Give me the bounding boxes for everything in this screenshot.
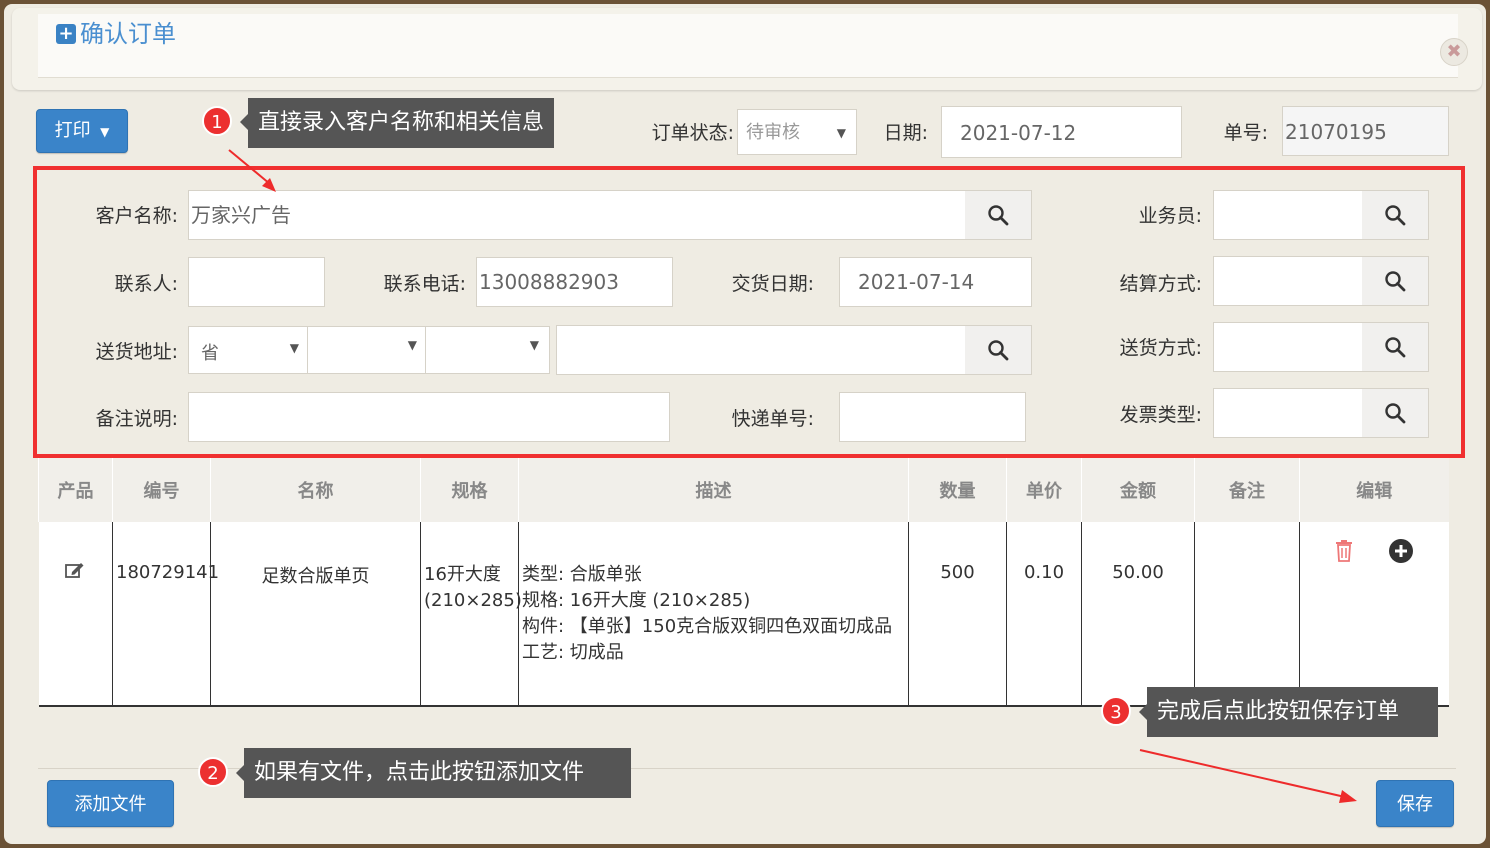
province-select[interactable]: 省 ▼ (188, 326, 308, 374)
spec-line: (210×285) (424, 590, 522, 611)
close-icon[interactable]: ✖ (1440, 38, 1468, 66)
order-status-select[interactable]: 待审核 ▼ (737, 109, 857, 155)
chevron-down-icon: ▼ (529, 338, 539, 352)
spec-line: 16开大度 (424, 564, 501, 585)
chevron-down-icon: ▼ (407, 338, 417, 352)
product-table: 产品 编号 名称 规格 描述 数量 单价 金额 备注 编辑 180729141 … (38, 458, 1449, 707)
tooltip-2: 如果有文件，点击此按钮添加文件 (244, 748, 631, 798)
add-file-button[interactable]: 添加文件 (47, 780, 174, 827)
price-cell: 0.10 (1006, 522, 1082, 707)
table-row: 180729141 足数合版单页 16开大度 (210×285) 类型: 合版单… (38, 522, 1449, 707)
address-search-button[interactable] (965, 325, 1032, 375)
contact-input[interactable] (188, 257, 325, 307)
express-input[interactable] (839, 392, 1026, 442)
dialog-title-band (38, 14, 1458, 78)
search-icon (1385, 205, 1406, 226)
column-header: 编辑 (1299, 458, 1449, 522)
column-header: 产品 (38, 458, 113, 522)
settlement-input[interactable] (1213, 256, 1363, 306)
chevron-down-icon: ▼ (836, 126, 846, 140)
salesman-search-button[interactable] (1362, 190, 1429, 240)
edit-icon[interactable] (64, 560, 86, 580)
delivery-date-label: 交货日期: (731, 273, 814, 295)
spec-cell: 16开大度 (210×285) (420, 522, 522, 707)
customer-name-input[interactable]: 万家兴广告 (188, 190, 966, 240)
description-cell: 类型: 合版单张 规格: 16开大度 (210×285) 构件: 【单张】150… (518, 522, 909, 707)
description-line: 规格: 16开大度 (210×285) (522, 590, 751, 611)
phone-label: 联系电话: (383, 273, 466, 295)
express-label: 快递单号: (731, 408, 814, 430)
address-label: 送货地址: (95, 341, 178, 363)
step-badge-3: 3 (1101, 696, 1131, 726)
search-icon (1385, 403, 1406, 424)
invoice-search-button[interactable] (1362, 388, 1429, 438)
column-header: 编号 (112, 458, 211, 522)
plus-square-icon: + (56, 24, 76, 44)
table-header-row: 产品 编号 名称 规格 描述 数量 单价 金额 备注 编辑 (38, 458, 1449, 522)
customer-search-button[interactable] (965, 190, 1032, 240)
edit-cell (1299, 522, 1449, 707)
shipping-label: 送货方式: (1119, 337, 1202, 359)
remark-input[interactable] (188, 392, 670, 442)
description-line: 构件: 【单张】150克合版双铜四色双面切成品 (522, 616, 893, 637)
tooltip-1: 直接录入客户名称和相关信息 (248, 98, 555, 148)
address-input[interactable] (556, 325, 966, 375)
column-header: 名称 (210, 458, 421, 522)
dialog-title: 确认订单 (80, 20, 176, 48)
order-status-value: 待审核 (746, 122, 800, 143)
search-icon (1385, 337, 1406, 358)
date-label: 日期: (883, 122, 928, 144)
product-cell (38, 522, 113, 707)
delivery-date-input[interactable]: 2021-07-14 (839, 257, 1032, 307)
settlement-label: 结算方式: (1119, 273, 1202, 295)
search-icon (988, 340, 1009, 361)
district-select[interactable]: ▼ (426, 326, 550, 374)
order-no-input: 21070195 (1282, 106, 1449, 156)
salesman-label: 业务员: (1138, 205, 1202, 227)
column-header: 描述 (518, 458, 909, 522)
tooltip-3: 完成后点此按钮保存订单 (1147, 687, 1438, 737)
save-button[interactable]: 保存 (1376, 780, 1454, 827)
shipping-search-button[interactable] (1362, 322, 1429, 372)
amount-cell: 50.00 (1081, 522, 1195, 707)
remark-cell (1194, 522, 1300, 707)
tooltip-arrow (240, 114, 248, 130)
contact-label: 联系人: (114, 273, 178, 295)
order-no-label: 单号: (1223, 122, 1268, 144)
print-button[interactable]: 打印 ▼ (36, 109, 128, 153)
invoice-label: 发票类型: (1119, 404, 1202, 426)
search-icon (1385, 271, 1406, 292)
remark-label: 备注说明: (95, 408, 178, 430)
description-line: 工艺: 切成品 (522, 642, 624, 663)
chevron-down-icon: ▼ (289, 341, 299, 355)
province-value: 省 (201, 343, 219, 364)
city-select[interactable]: ▼ (308, 326, 426, 374)
description-line: 类型: 合版单张 (522, 564, 642, 585)
name-cell: 足数合版单页 (210, 522, 421, 707)
quantity-cell: 500 (908, 522, 1007, 707)
tooltip-arrow (1139, 704, 1147, 720)
shipping-input[interactable] (1213, 322, 1363, 372)
code-cell: 180729141 (112, 522, 219, 707)
invoice-input[interactable] (1213, 388, 1363, 438)
print-button-label: 打印 (54, 120, 91, 141)
plus-circle-icon[interactable] (1388, 538, 1414, 564)
column-header: 单价 (1006, 458, 1082, 522)
customer-name-label: 客户名称: (95, 205, 178, 227)
salesman-input[interactable] (1213, 190, 1363, 240)
date-input[interactable]: 2021-07-12 (941, 106, 1182, 158)
column-header: 数量 (908, 458, 1007, 522)
tooltip-arrow (236, 765, 244, 781)
phone-input[interactable]: 13008882903 (476, 257, 673, 307)
column-header: 规格 (420, 458, 519, 522)
column-header: 备注 (1194, 458, 1300, 522)
column-header: 金额 (1081, 458, 1195, 522)
order-status-label: 订单状态: (651, 122, 734, 144)
settlement-search-button[interactable] (1362, 256, 1429, 306)
caret-down-icon: ▼ (96, 125, 110, 139)
trash-icon[interactable] (1334, 539, 1354, 563)
step-badge-2: 2 (198, 757, 228, 787)
search-icon (988, 205, 1009, 226)
step-badge-1: 1 (202, 106, 232, 136)
